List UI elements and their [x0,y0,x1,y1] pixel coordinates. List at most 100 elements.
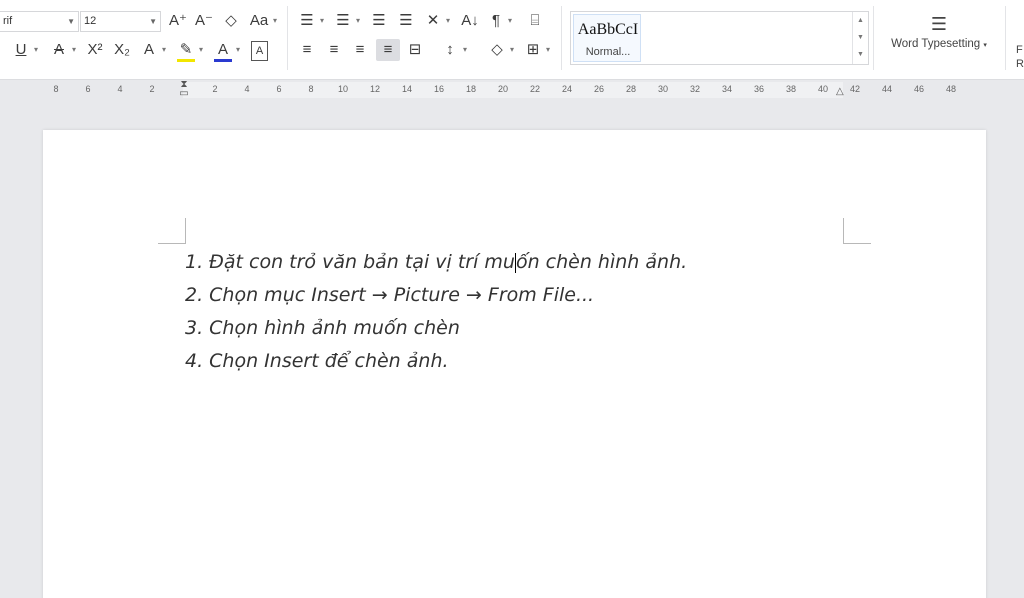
ruler-tick-label: 48 [945,84,956,94]
numbering-dropdown-icon[interactable]: ▾ [354,12,362,30]
ruler-tick-label: 18 [465,84,476,94]
cut-off-label: R [1016,58,1024,70]
ruler-tick-label: 40 [817,84,828,94]
ruler-tick-label: 26 [593,84,604,94]
text-effect-dropdown-icon[interactable]: ▾ [160,41,168,59]
ruler-tick-label: 32 [689,84,700,94]
asian-layout-icon[interactable]: ✕ [424,12,442,30]
character-border-icon[interactable]: A [251,41,268,61]
list-item[interactable]: 3. Chọn hình ảnh muốn chèn [185,312,687,345]
word-typesetting-button[interactable]: ☰ Word Typesetting ▾ [878,10,1000,66]
subscript-icon[interactable]: X₂ [111,41,133,59]
ruler-tick-label: 8 [53,84,59,94]
decrease-indent-icon[interactable]: ☰ [370,12,388,30]
scroll-up-icon[interactable]: ▲ [853,12,868,29]
font-size-dropdown[interactable]: 12 ▼ [80,11,161,32]
numbering-icon[interactable]: ☰ [334,12,352,30]
borders-icon[interactable]: ⊞ [523,41,543,59]
separator [1005,6,1006,70]
clear-format-icon[interactable]: ◇ [222,12,240,30]
highlight-icon[interactable]: ✎ [177,41,195,62]
font-color-icon[interactable]: A [214,41,232,62]
indent-marker-icon[interactable]: ⧗ ▭ [178,80,190,99]
expand-styles-icon[interactable]: ▼ [853,46,868,63]
ruler-tick-label: 46 [913,84,924,94]
bullets-icon[interactable]: ☰ [298,12,316,30]
separator [873,6,874,70]
typesetting-icon: ☰ [930,14,948,34]
text-effect-icon[interactable]: A [140,41,158,59]
change-case-icon[interactable]: Aa [248,12,270,30]
sort-icon[interactable]: A↓ [460,12,480,30]
align-left-icon[interactable]: ≡ [297,41,317,59]
list-item[interactable]: 2. Chọn mục Insert → Picture → From File… [185,279,687,312]
font-name-dropdown[interactable]: rif ▼ [0,11,79,32]
style-normal[interactable]: AaBbCcI Normal... [573,14,641,62]
ruler-tick-label: 6 [85,84,91,94]
strikethrough-icon[interactable]: A [50,41,68,59]
document-page[interactable]: 1. Đặt con trỏ văn bản tại vị trí muốn c… [43,130,986,598]
ruler-tick-label: 2 [212,84,218,94]
align-center-icon[interactable]: ≡ [324,41,344,59]
scroll-down-icon[interactable]: ▼ [853,29,868,46]
font-color-dropdown-icon[interactable]: ▾ [234,41,242,59]
ruler-tick-label: 14 [401,84,412,94]
chevron-down-icon: ▼ [67,17,75,26]
ruler-tick-label: 24 [561,84,572,94]
margin-corner-mark [843,218,871,244]
list-item[interactable]: 4. Chọn Insert để chèn ảnh. [185,345,687,378]
document-list[interactable]: 1. Đặt con trỏ văn bản tại vị trí muốn c… [185,246,687,378]
font-size-value: 12 [84,15,97,27]
bullets-dropdown-icon[interactable]: ▾ [318,12,326,30]
align-right-icon[interactable]: ≡ [350,41,370,59]
typesetting-label: Word Typesetting ▾ [891,38,987,50]
underline-icon[interactable]: U [12,41,30,59]
distributed-icon[interactable]: ⊟ [405,41,425,59]
ruler-tick-label: 30 [657,84,668,94]
cut-off-label: F [1016,44,1023,56]
styles-scroll: ▲ ▼ ▼ [852,12,868,64]
ruler-tick-label: 44 [881,84,892,94]
ruler-tick-label: 4 [244,84,250,94]
increase-indent-icon[interactable]: ☰ [397,12,415,30]
superscript-icon[interactable]: X² [84,41,106,59]
style-name-label: Normal... [585,46,631,58]
grow-font-icon[interactable]: A⁺ [169,12,187,30]
ruler-tick-label: 36 [753,84,764,94]
shrink-font-icon[interactable]: A⁻ [195,12,213,30]
asian-layout-dropdown-icon[interactable]: ▾ [444,12,452,30]
ruler-tick-label: 34 [721,84,732,94]
ruler-tick-label: 38 [785,84,796,94]
change-case-dropdown-icon[interactable]: ▾ [271,12,279,30]
line-spacing-dropdown-icon[interactable]: ▾ [461,41,469,59]
margin-corner-mark [158,218,186,244]
separator [561,6,562,70]
styles-gallery: AaBbCcI Normal... ▲ ▼ ▼ [570,11,869,65]
horizontal-ruler[interactable]: 8 6 4 2 2 4 6 8 10 12 14 16 18 20 22 24 26 28 30 32 34 36 38 40… [0,80,1024,100]
show-marks-icon[interactable]: ¶ [488,12,504,30]
ruler-tick-label: 6 [276,84,282,94]
chevron-down-icon: ▼ [149,17,157,26]
show-marks-dropdown-icon[interactable]: ▾ [506,12,514,30]
line-spacing-icon[interactable]: ↕ [440,41,460,59]
ruler-tick-label: 10 [337,84,348,94]
style-preview-text: AaBbCcI [577,21,639,38]
strikethrough-dropdown-icon[interactable]: ▾ [70,41,78,59]
ruler-tick-label: 16 [433,84,444,94]
ruler-tick-label: 2 [149,84,155,94]
underline-dropdown-icon[interactable]: ▾ [32,41,40,59]
ruler-tick-label: 20 [497,84,508,94]
ruler-toggle-icon[interactable]: ⌸ [524,12,546,30]
shading-icon[interactable]: ◇ [487,41,507,59]
right-indent-marker-icon[interactable]: △ [836,86,844,97]
separator [287,6,288,70]
font-name-value: rif [3,15,13,27]
ruler-tick-label: 12 [369,84,380,94]
shading-dropdown-icon[interactable]: ▾ [508,41,516,59]
justify-icon[interactable]: ≡ [376,39,400,61]
list-item[interactable]: 1. Đặt con trỏ văn bản tại vị trí muốn c… [185,246,687,279]
borders-dropdown-icon[interactable]: ▾ [544,41,552,59]
highlight-dropdown-icon[interactable]: ▾ [197,41,205,59]
ruler-tick-label: 22 [529,84,540,94]
ruler-tick-label: 4 [117,84,123,94]
